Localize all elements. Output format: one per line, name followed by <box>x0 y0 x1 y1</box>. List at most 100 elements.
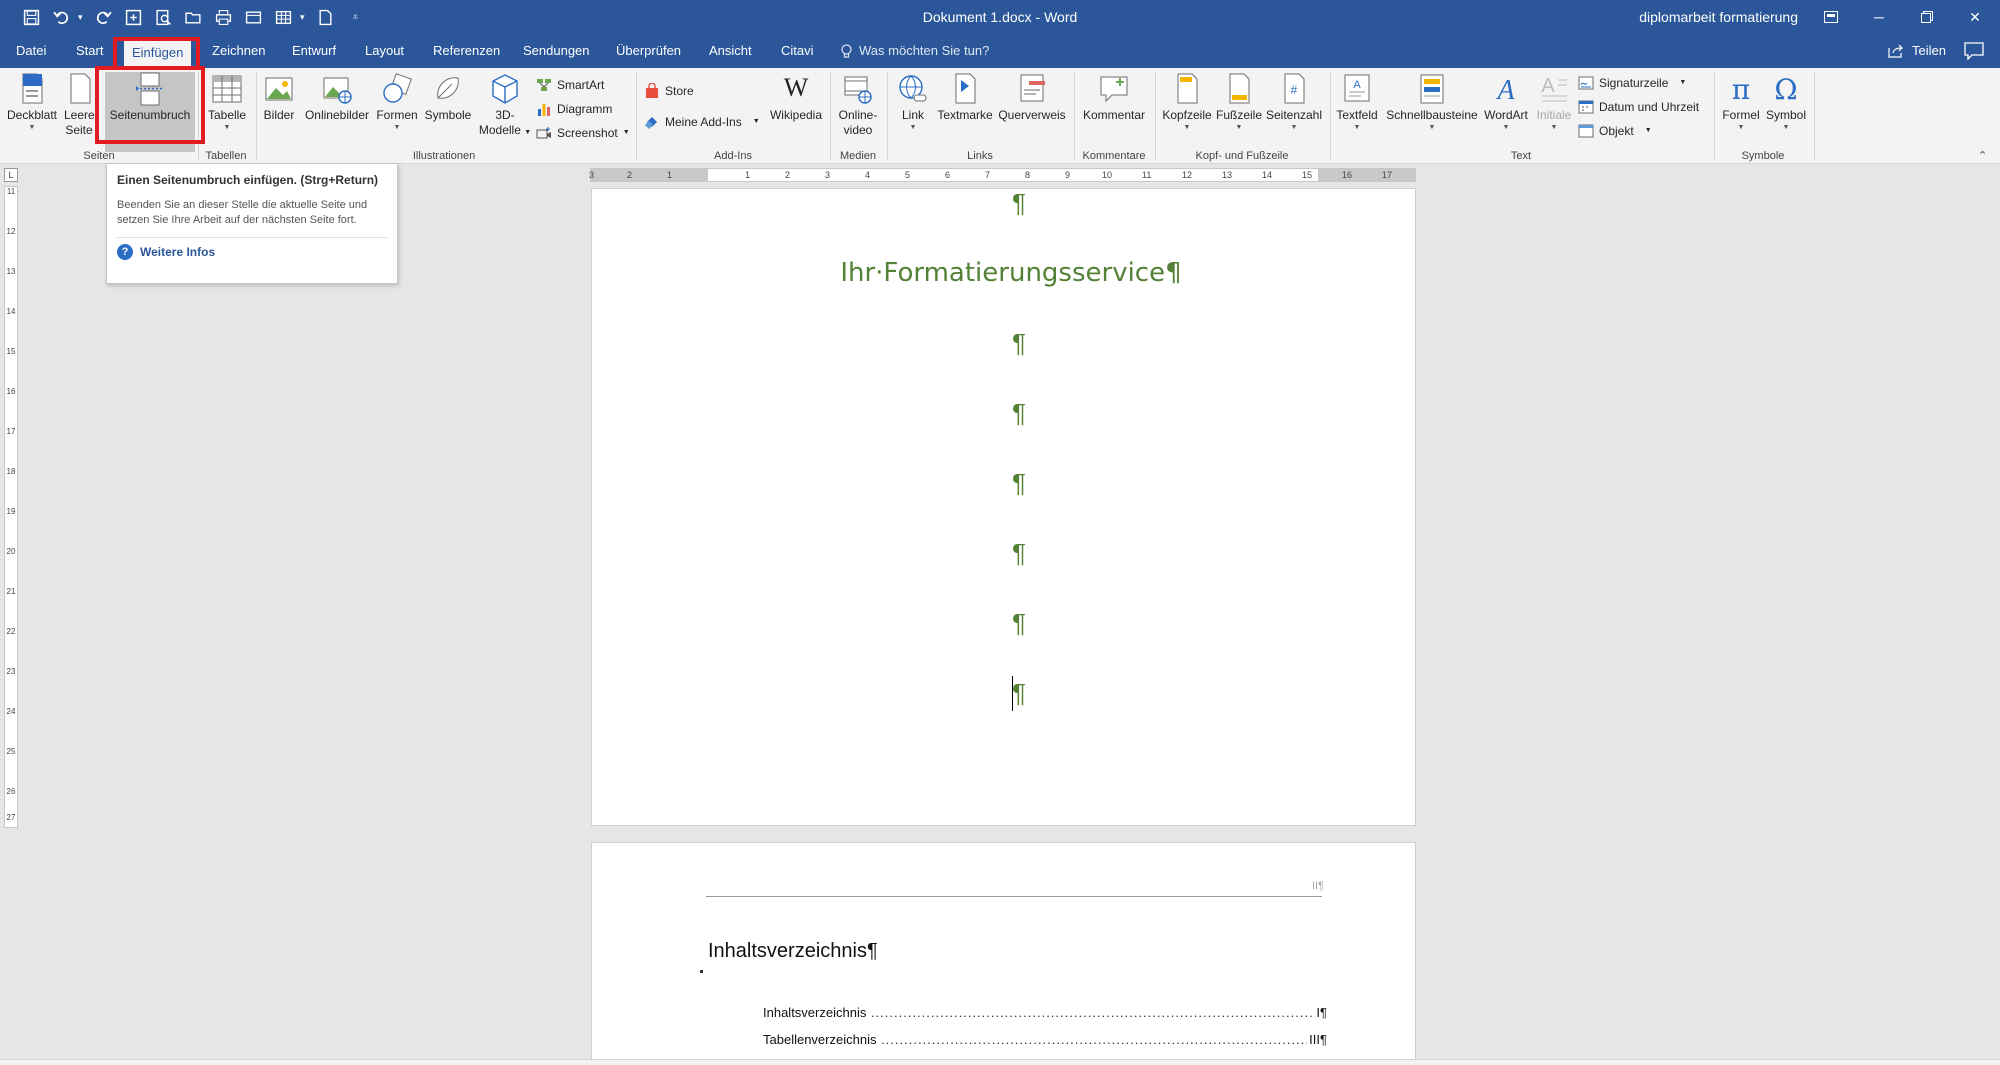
tab-citavi[interactable]: Citavi <box>773 34 822 68</box>
symbol-button[interactable]: Ω Symbol ▼ <box>1764 72 1808 152</box>
smartart-button[interactable]: SmartArt <box>536 74 604 96</box>
tab-sendungen[interactable]: Sendungen <box>515 34 598 68</box>
collapse-ribbon-icon[interactable]: ⌃ <box>1978 149 1987 162</box>
3d-label: 3D- <box>495 108 515 122</box>
diagramm-label: Diagramm <box>557 102 613 116</box>
tab-start[interactable]: Start <box>68 34 111 68</box>
tabelle-button[interactable]: Tabelle ▼ <box>203 72 251 152</box>
toc-entry-label: Inhaltsverzeichnis <box>763 1005 867 1020</box>
tell-me-search[interactable]: Was möchten Sie tun? <box>840 34 989 68</box>
online-label: Online- <box>838 108 878 122</box>
ruler-label: 19 <box>6 507 16 516</box>
bilder-button[interactable]: Bilder <box>261 72 297 152</box>
fusszeile-button[interactable]: Fußzeile ▼ <box>1216 72 1262 152</box>
kopfzeile-button[interactable]: Kopfzeile ▼ <box>1160 72 1214 152</box>
leere-label: Leere <box>64 108 94 122</box>
deckblatt-button[interactable]: Deckblatt ▼ <box>4 72 60 152</box>
svg-text:A: A <box>1541 75 1555 97</box>
online-video-icon <box>844 76 872 104</box>
toc-heading[interactable]: Inhaltsverzeichnis¶ <box>708 940 878 963</box>
3d-cube-icon <box>492 74 518 104</box>
user-name[interactable]: diplomarbeit formatierung <box>1639 0 1798 34</box>
share-button[interactable]: Teilen <box>1888 34 1946 68</box>
share-label: Teilen <box>1912 43 1946 58</box>
pictures-icon <box>265 77 293 101</box>
tab-ueberpruefen[interactable]: Überprüfen <box>608 34 689 68</box>
objekt-button[interactable]: Objekt ▼ <box>1578 120 1652 142</box>
textfeld-button[interactable]: A Textfeld ▼ <box>1334 72 1380 152</box>
chevron-down-icon: ▼ <box>28 124 36 131</box>
tabelle-label: Tabelle <box>207 108 247 122</box>
svg-text:#: # <box>1291 83 1298 97</box>
tab-datei[interactable]: Datei <box>8 34 54 68</box>
3d-modelle-button[interactable]: 3D- Modelle ▼ <box>476 72 534 152</box>
group-separator <box>636 72 637 160</box>
datum-uhrzeit-button[interactable]: Datum und Uhrzeit <box>1578 96 1699 118</box>
screenshot-button[interactable]: Screenshot ▼ <box>536 122 630 144</box>
ruler-label: 25 <box>6 747 16 756</box>
ruler-label: 3 <box>589 170 595 180</box>
link-button[interactable]: Link ▼ <box>894 72 932 152</box>
seitenzahl-button[interactable]: # Seitenzahl ▼ <box>1264 72 1324 152</box>
store-button[interactable]: Store <box>644 80 694 102</box>
cross-reference-icon <box>1020 74 1045 102</box>
chevron-down-icon: ▼ <box>1290 124 1298 131</box>
tell-me-text: Was möchten Sie tun? <box>859 43 990 58</box>
toc-entry[interactable]: Tabellenverzeichnis ....................… <box>763 1032 1327 1050</box>
tab-referenzen[interactable]: Referenzen <box>425 34 508 68</box>
wordart-button[interactable]: A WordArt ▼ <box>1482 72 1530 152</box>
group-separator <box>887 72 888 160</box>
chevron-down-icon: ▼ <box>1183 124 1191 131</box>
kommentar-button[interactable]: Kommentar <box>1078 72 1150 152</box>
diagramm-button[interactable]: Diagramm <box>536 98 612 120</box>
comment-icon[interactable] <box>1964 42 1984 60</box>
onlinevideo-button[interactable]: Online- video <box>834 72 882 152</box>
ruler-label: 23 <box>6 667 16 676</box>
formel-label: Formel <box>1722 108 1760 122</box>
close-icon[interactable]: ✕ <box>1952 0 1998 34</box>
schnellbausteine-button[interactable]: Schnellbausteine ▼ <box>1384 72 1480 152</box>
horizontal-ruler[interactable]: 3 2 1 1 2 3 4 5 6 7 8 9 10 11 12 13 14 1… <box>589 168 1416 182</box>
help-icon: ? <box>117 244 133 260</box>
toc-entry[interactable]: Inhaltsverzeichnis .....................… <box>763 1005 1327 1023</box>
chevron-down-icon: ▼ <box>1679 79 1687 86</box>
onlinebilder-button[interactable]: Onlinebilder <box>301 72 373 152</box>
leere-seite-button[interactable]: Leere Seite <box>64 72 94 152</box>
textmarke-button[interactable]: Textmarke <box>936 72 994 152</box>
restore-icon[interactable] <box>1904 0 1950 34</box>
bookmark-icon <box>955 73 976 104</box>
signature-line-icon <box>1578 76 1594 90</box>
tab-zeichnen[interactable]: Zeichnen <box>204 34 273 68</box>
formel-button[interactable]: π Formel ▼ <box>1718 72 1764 152</box>
new-comment-icon <box>1100 76 1128 103</box>
initiale-button[interactable]: A Initiale ▼ <box>1532 72 1576 152</box>
group-illustrationen: Illustrationen <box>412 150 476 162</box>
minimize-icon[interactable]: ─ <box>1856 0 1902 34</box>
formen-button[interactable]: Formen ▼ <box>376 72 418 152</box>
ribbon-display-options-icon[interactable] <box>1808 0 1854 34</box>
tab-ansicht[interactable]: Ansicht <box>701 34 760 68</box>
group-seiten: Seiten <box>83 150 115 162</box>
paragraph-mark: ¶ <box>1012 538 1026 568</box>
paragraph-mark: ¶ <box>1012 608 1026 638</box>
wikipedia-button[interactable]: W Wikipedia <box>766 72 826 152</box>
chevron-down-icon: ▼ <box>1353 124 1361 131</box>
cover-page-icon <box>22 73 43 104</box>
tooltip-more-info-link[interactable]: ? Weitere Infos <box>117 244 387 260</box>
ruler-right-margin <box>1318 169 1415 181</box>
querverweis-button[interactable]: Querverweis <box>996 72 1068 152</box>
header-section-mark: II¶ <box>1312 880 1325 892</box>
paragraph-mark: ¶ <box>1012 188 1026 218</box>
tab-entwurf[interactable]: Entwurf <box>284 34 344 68</box>
tab-selector[interactable]: L <box>4 168 18 182</box>
meine-addins-button[interactable]: Meine Add-Ins ▼ <box>644 111 760 133</box>
ruler-label: 16 <box>1342 170 1353 180</box>
signaturzeile-button[interactable]: Signaturzeile ▼ <box>1578 72 1686 94</box>
group-links: Links <box>967 150 993 162</box>
symbole-button[interactable]: Symbole <box>422 72 474 152</box>
kommentar-label: Kommentar <box>1082 108 1146 122</box>
chevron-down-icon: ▼ <box>393 124 401 131</box>
tab-layout[interactable]: Layout <box>357 34 412 68</box>
paragraph-anchor-mark <box>700 970 703 973</box>
chevron-down-icon: ▼ <box>1737 124 1745 131</box>
